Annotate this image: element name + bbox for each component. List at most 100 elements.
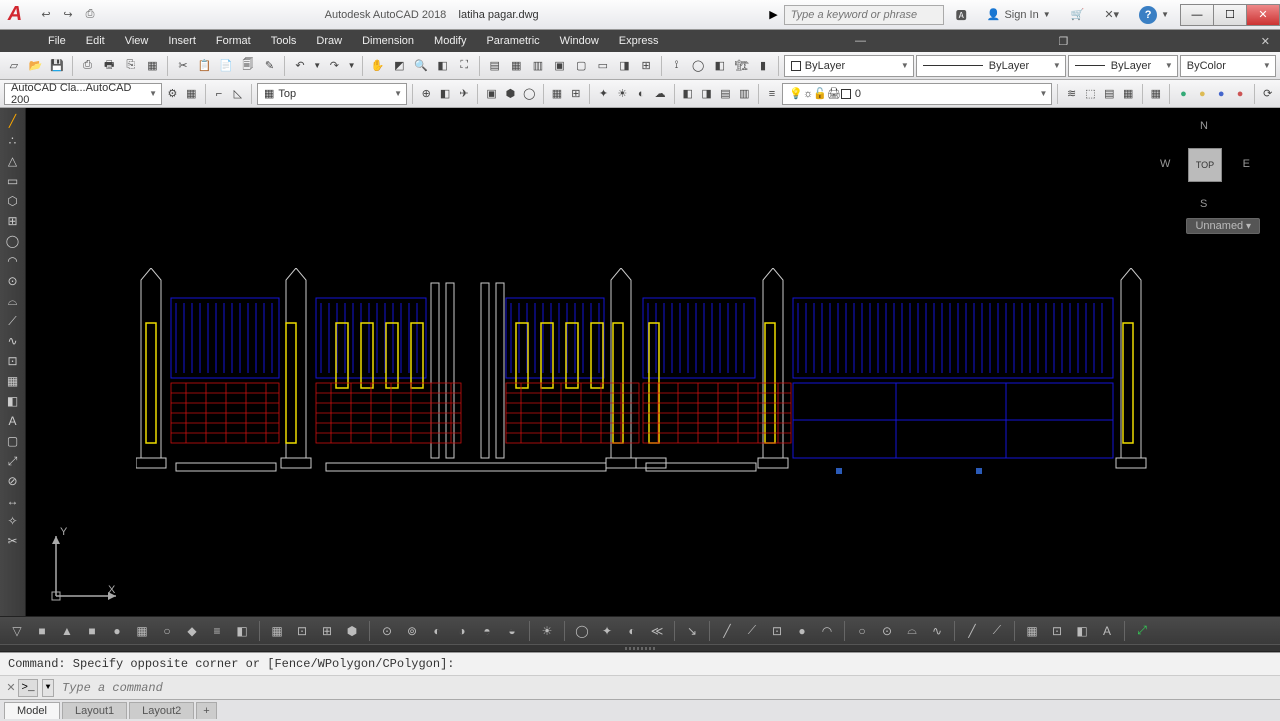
b27-icon[interactable]: ╱ <box>716 621 738 641</box>
t2-1-icon[interactable]: ⊕ <box>418 83 435 105</box>
b30-icon[interactable]: ● <box>791 621 813 641</box>
help-button[interactable]: ?▼ <box>1133 4 1175 26</box>
menu-parametric[interactable]: Parametric <box>476 30 549 52</box>
b19-icon[interactable]: ◓ <box>476 621 498 641</box>
zoom-realtime-icon[interactable]: ◩ <box>390 55 410 77</box>
render4-icon[interactable]: ● <box>1232 83 1249 105</box>
t2-13-icon[interactable]: ◧ <box>679 83 696 105</box>
match-prop-icon[interactable]: 🗐 <box>238 55 258 77</box>
t2-11-icon[interactable]: ◐ <box>633 83 650 105</box>
b39-icon[interactable]: ⊡ <box>1046 621 1068 641</box>
zoom-icon[interactable]: 🔍 <box>411 55 431 77</box>
linetype-combo[interactable]: ByLayer <box>916 55 1066 77</box>
b32-icon[interactable]: ○ <box>851 621 873 641</box>
t2-4-icon[interactable]: ▣ <box>483 83 500 105</box>
t2-5-icon[interactable]: ⬢ <box>502 83 519 105</box>
point-tool-icon[interactable]: ◧ <box>3 392 23 410</box>
viewcube-e[interactable]: E <box>1243 158 1250 170</box>
ref-icon[interactable]: ◧ <box>710 55 730 77</box>
spline-tool-icon[interactable]: ⟋ <box>3 312 23 330</box>
minimize-button[interactable]: — <box>1180 4 1214 26</box>
b1-icon[interactable]: ▽ <box>6 621 28 641</box>
vp6-icon[interactable]: ▭ <box>593 55 613 77</box>
menu-view[interactable]: View <box>115 30 159 52</box>
ellipse-tool-icon[interactable]: ⌓ <box>3 292 23 310</box>
menu-draw[interactable]: Draw <box>306 30 352 52</box>
t2-14-icon[interactable]: ◨ <box>698 83 715 105</box>
b11-icon[interactable]: ▦ <box>266 621 288 641</box>
t2-15-icon[interactable]: ▤ <box>717 83 734 105</box>
t2-2-icon[interactable]: ◧ <box>437 83 454 105</box>
b40-icon[interactable]: ◧ <box>1071 621 1093 641</box>
menu-window[interactable]: Window <box>550 30 609 52</box>
vp1-icon[interactable]: ▤ <box>485 55 505 77</box>
b14-icon[interactable]: ⬢ <box>341 621 363 641</box>
ucs-icon[interactable]: ⌐ <box>211 83 228 105</box>
open-icon[interactable]: 📂 <box>26 55 46 77</box>
region-tool-icon[interactable]: ▢ <box>3 432 23 450</box>
layer-combo[interactable]: 💡 ☼ 🔓 🖨 0 <box>782 83 1052 105</box>
zoom-window-icon[interactable]: ◧ <box>433 55 453 77</box>
b41-icon[interactable]: A <box>1096 621 1118 641</box>
plotstyle-combo[interactable]: ByColor <box>1180 55 1276 77</box>
hatch-tool-icon[interactable]: ⊞ <box>3 212 23 230</box>
b34-icon[interactable]: ⌓ <box>901 621 923 641</box>
b24-icon[interactable]: ◐ <box>621 621 643 641</box>
t2-20-icon[interactable]: ≋ <box>1063 83 1080 105</box>
explode-tool-icon[interactable]: ✧ <box>3 512 23 530</box>
trim-tool-icon[interactable]: ✂ <box>3 532 23 550</box>
refresh-icon[interactable]: ⟳ <box>1259 83 1276 105</box>
b23-icon[interactable]: ✦ <box>596 621 618 641</box>
redo-icon[interactable]: ↷ <box>325 55 345 77</box>
revcloud-tool-icon[interactable]: ∿ <box>3 332 23 350</box>
t2-9-icon[interactable]: ✦ <box>595 83 612 105</box>
copy-icon[interactable]: 📋 <box>195 55 215 77</box>
menu-dimension[interactable]: Dimension <box>352 30 424 52</box>
render1-icon[interactable]: ● <box>1175 83 1192 105</box>
plot-icon[interactable]: ⎙ <box>78 55 98 77</box>
pan-icon[interactable]: ✋ <box>368 55 388 77</box>
b22-icon[interactable]: ◯ <box>571 621 593 641</box>
brush-icon[interactable]: ✎ <box>260 55 280 77</box>
t2-21-icon[interactable]: ⬚ <box>1082 83 1099 105</box>
hex-tool-icon[interactable]: ⬡ <box>3 192 23 210</box>
vp2-icon[interactable]: ▦ <box>507 55 527 77</box>
rotate-tool-icon[interactable]: ⊘ <box>3 472 23 490</box>
viewcube-face[interactable]: TOP <box>1188 148 1222 182</box>
table-tool-icon[interactable]: ▦ <box>3 372 23 390</box>
view-combo[interactable]: ▦Top <box>257 83 407 105</box>
redo-dropdown-icon[interactable]: ▼ <box>346 55 357 77</box>
b18-icon[interactable]: ◑ <box>451 621 473 641</box>
vp4-icon[interactable]: ▣ <box>550 55 570 77</box>
pline-tool-icon[interactable]: ∴ <box>3 132 23 150</box>
close-button[interactable]: ✕ <box>1246 4 1280 26</box>
b26-icon[interactable]: ↘ <box>681 621 703 641</box>
tab-layout2[interactable]: Layout2 <box>129 702 194 719</box>
viewcube-s[interactable]: S <box>1200 198 1207 210</box>
b20-icon[interactable]: ◒ <box>501 621 523 641</box>
app-logo[interactable]: A <box>0 0 30 30</box>
t2-3-icon[interactable]: ✈ <box>456 83 473 105</box>
b37-icon[interactable]: ⟋ <box>986 621 1008 641</box>
b17-icon[interactable]: ◐ <box>426 621 448 641</box>
new-icon[interactable]: ▱ <box>4 55 24 77</box>
render3-icon[interactable]: ● <box>1213 83 1230 105</box>
building-icon[interactable]: 🏗 <box>732 55 752 77</box>
viewcube-w[interactable]: W <box>1160 158 1170 170</box>
block-tool-icon[interactable]: ⊡ <box>3 352 23 370</box>
viewcube-n[interactable]: N <box>1200 120 1208 132</box>
t2-10-icon[interactable]: ☀ <box>614 83 631 105</box>
text-tool-icon[interactable]: A <box>3 412 23 430</box>
workspace-settings-icon[interactable]: ⚙ <box>164 83 181 105</box>
tab-model[interactable]: Model <box>4 702 60 719</box>
b13-icon[interactable]: ⊞ <box>316 621 338 641</box>
b4-icon[interactable]: ■ <box>81 621 103 641</box>
b36-icon[interactable]: ╱ <box>961 621 983 641</box>
b3-icon[interactable]: ▲ <box>56 621 78 641</box>
signin-button[interactable]: 👤 Sign In ▼ <box>981 4 1057 26</box>
qat-print-icon[interactable]: ⎙ <box>80 5 100 25</box>
sheet-set-icon[interactable]: ▦ <box>143 55 163 77</box>
b15-icon[interactable]: ⊙ <box>376 621 398 641</box>
b35-icon[interactable]: ∿ <box>926 621 948 641</box>
t2-12-icon[interactable]: ☁ <box>652 83 669 105</box>
